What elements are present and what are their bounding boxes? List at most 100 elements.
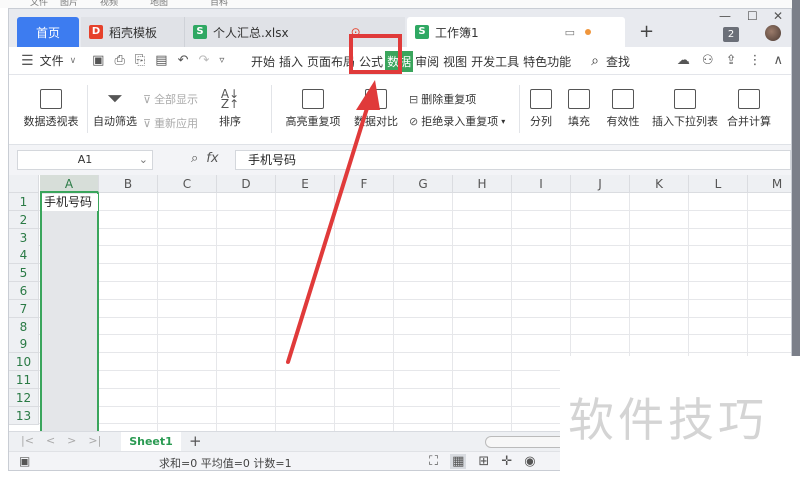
- menu-insert[interactable]: 插入: [277, 53, 305, 70]
- column-header-m[interactable]: M: [748, 175, 791, 193]
- fill-label: 填充: [568, 115, 590, 128]
- show-all-button[interactable]: ⊽ 全部显示: [143, 91, 198, 107]
- validation-icon: [612, 89, 634, 109]
- hamburger-icon[interactable]: ☰: [21, 53, 34, 69]
- fill-button[interactable]: 填充: [561, 89, 597, 129]
- cell-a1[interactable]: 手机号码: [42, 194, 98, 211]
- delete-duplicates-button[interactable]: ⊟ 删除重复项: [409, 91, 476, 107]
- add-sheet-button[interactable]: +: [189, 432, 202, 450]
- column-header-k[interactable]: K: [630, 175, 689, 193]
- reject-duplicates-button[interactable]: ⊘ 拒绝录入重复项 ▾: [409, 113, 505, 129]
- validation-button[interactable]: 有效性: [599, 89, 647, 129]
- collaborate-icon[interactable]: ⚇: [702, 53, 714, 68]
- sheet-tab-sheet1[interactable]: Sheet1: [121, 432, 181, 452]
- redo-icon[interactable]: ↷: [198, 53, 209, 68]
- row-header-3[interactable]: 3: [9, 228, 39, 247]
- column-header-j[interactable]: J: [571, 175, 630, 193]
- row-header-11[interactable]: 11: [9, 371, 39, 389]
- column-header-e[interactable]: E: [276, 175, 335, 193]
- text-to-columns-button[interactable]: 分列: [523, 89, 559, 129]
- collapse-ribbon-icon[interactable]: ∧: [773, 53, 783, 68]
- insert-dropdown-list-button[interactable]: 插入下拉列表: [649, 89, 721, 129]
- eye-protection-icon[interactable]: ◉: [524, 454, 535, 469]
- pivot-table-button[interactable]: 数据透视表: [17, 89, 85, 129]
- column-header-d[interactable]: D: [217, 175, 276, 193]
- menu-special-features[interactable]: 特色功能: [521, 53, 573, 70]
- docer-logo-icon: D: [89, 25, 103, 39]
- grid-line: [39, 227, 791, 229]
- reapply-button[interactable]: ⊽ 重新应用: [143, 115, 198, 131]
- highlight-duplicates-button[interactable]: 高亮重复项: [275, 89, 351, 129]
- maximize-icon[interactable]: ☐: [747, 9, 758, 23]
- column-header-h[interactable]: H: [453, 175, 512, 193]
- print-preview-icon[interactable]: ▤: [155, 53, 167, 68]
- menu-view[interactable]: 视图: [441, 53, 469, 70]
- formula-input[interactable]: 手机号码: [235, 150, 791, 170]
- chevron-down-icon[interactable]: ⌄: [139, 151, 148, 169]
- tab-home[interactable]: 首页: [17, 17, 79, 47]
- quick-access-dropdown-icon[interactable]: ▿: [219, 55, 224, 66]
- row-header-8[interactable]: 8: [9, 317, 39, 336]
- next-sheet-icon[interactable]: >: [67, 434, 76, 447]
- macro-record-icon[interactable]: ▣: [19, 454, 30, 468]
- row-header-6[interactable]: 6: [9, 282, 39, 300]
- separator: [271, 85, 272, 133]
- fullscreen-icon[interactable]: ⛶: [429, 454, 438, 469]
- monitor-icon[interactable]: ▭: [565, 26, 575, 39]
- column-header-i[interactable]: I: [512, 175, 571, 193]
- window-count-badge[interactable]: 2: [723, 27, 739, 42]
- column-header-g[interactable]: G: [394, 175, 453, 193]
- chevron-down-icon[interactable]: ∨: [70, 56, 77, 66]
- row-header-5[interactable]: 5: [9, 264, 39, 283]
- row-header-12[interactable]: 12: [9, 388, 39, 407]
- zoom-search-icon[interactable]: ⌕: [191, 151, 198, 166]
- menu-start[interactable]: 开始: [249, 53, 277, 70]
- avatar[interactable]: [765, 25, 781, 41]
- grid-line: [39, 334, 791, 336]
- autofilter-button[interactable]: ⏷ 自动筛选: [89, 88, 141, 129]
- more-icon[interactable]: ⋮: [748, 53, 761, 68]
- save-icon[interactable]: ▣: [92, 53, 104, 68]
- cloud-sync-icon[interactable]: ☁: [677, 53, 690, 68]
- file-menu[interactable]: 文件: [40, 52, 64, 69]
- minimize-icon[interactable]: —: [719, 9, 731, 23]
- row-header-2[interactable]: 2: [9, 210, 39, 229]
- search-button[interactable]: ⌕ 查找: [587, 53, 634, 70]
- column-header-l[interactable]: L: [689, 175, 748, 193]
- first-sheet-icon[interactable]: |<: [21, 434, 34, 447]
- delete-duplicates-label: 删除重复项: [421, 93, 477, 106]
- prev-sheet-icon[interactable]: <: [46, 434, 55, 447]
- normal-view-icon[interactable]: ▦: [450, 454, 467, 469]
- new-tab-button[interactable]: +: [639, 21, 654, 42]
- consolidate-button[interactable]: 合并计算: [723, 89, 775, 129]
- print-icon[interactable]: ⎘: [135, 53, 145, 68]
- column-header-a[interactable]: A: [40, 175, 99, 193]
- name-box[interactable]: A1 ⌄: [17, 150, 153, 170]
- tab-workbook1[interactable]: S 工作簿1 ▭: [407, 17, 625, 47]
- row-header-9[interactable]: 9: [9, 335, 39, 354]
- page-break-view-icon[interactable]: ⊞: [478, 454, 489, 469]
- last-sheet-icon[interactable]: >|: [88, 434, 101, 447]
- tab-docer-templates[interactable]: D 稻壳模板: [81, 17, 185, 47]
- close-icon[interactable]: ✕: [773, 9, 783, 23]
- row-header-10[interactable]: 10: [9, 353, 39, 372]
- menu-review[interactable]: 审阅: [413, 53, 441, 70]
- data-compare-button[interactable]: 数据对比: [349, 89, 403, 129]
- select-all-corner[interactable]: [9, 175, 39, 193]
- row-header-7[interactable]: 7: [9, 299, 39, 318]
- row-header-1[interactable]: 1: [9, 193, 39, 211]
- sort-button[interactable]: A↓ Z↑ 排序: [213, 88, 247, 129]
- grid-line: [39, 352, 791, 354]
- undo-icon[interactable]: ↶: [178, 53, 189, 68]
- export-pdf-icon[interactable]: ⎙: [114, 53, 124, 68]
- column-header-b[interactable]: B: [99, 175, 158, 193]
- share-icon[interactable]: ⇪: [726, 53, 737, 68]
- row-header-4[interactable]: 4: [9, 246, 39, 265]
- insert-function-button[interactable]: fx: [206, 151, 218, 166]
- reading-mode-icon[interactable]: ✛: [501, 454, 512, 469]
- row-header-13[interactable]: 13: [9, 406, 39, 425]
- menu-developer[interactable]: 开发工具: [469, 53, 521, 70]
- column-header-f[interactable]: F: [335, 175, 394, 193]
- filter-reapply-icon: ⊽: [143, 116, 152, 130]
- column-header-c[interactable]: C: [158, 175, 217, 193]
